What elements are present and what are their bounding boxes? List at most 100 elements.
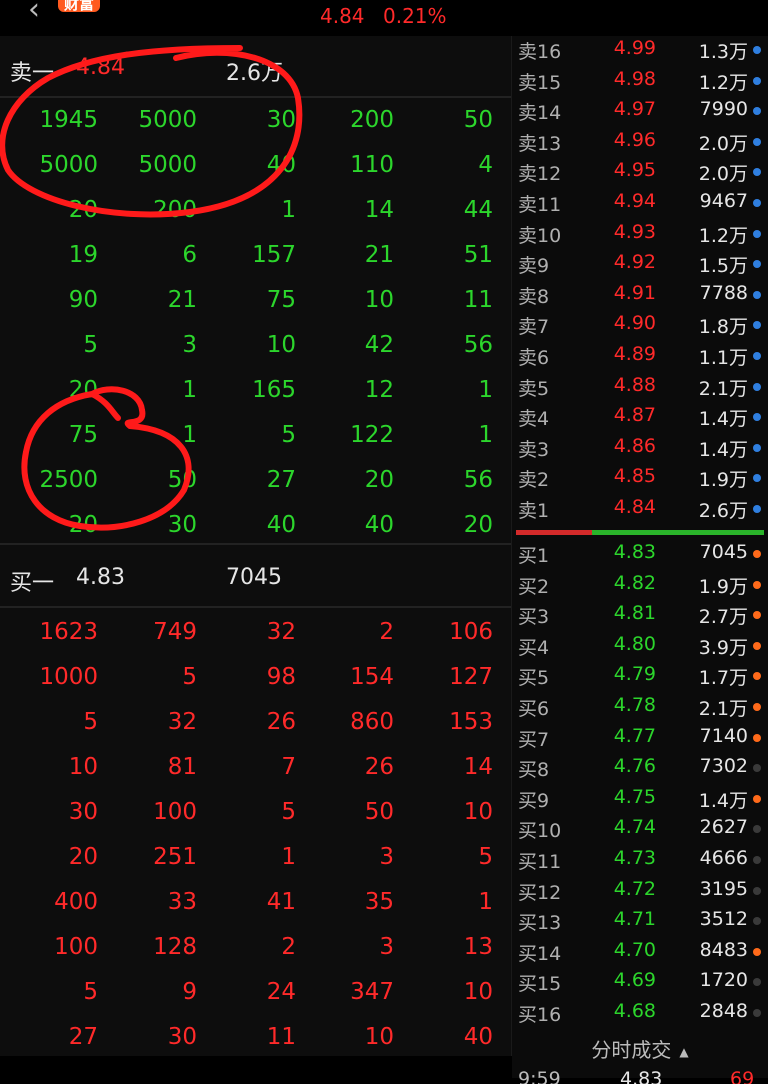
- sell-order-cell: 40: [266, 512, 296, 538]
- bottom-edge: [0, 1056, 512, 1078]
- ask-row[interactable]: 卖8 4.91 7788: [512, 281, 768, 311]
- indicator-dot-icon: [753, 290, 761, 299]
- buy-order-cell: 3: [379, 934, 394, 960]
- ask-row[interactable]: 卖1 4.84 2.6万: [512, 495, 768, 525]
- bid-row[interactable]: 买1 4.83 7045: [512, 540, 768, 570]
- buy-order-row: 27 30 11 10 40: [0, 1015, 512, 1060]
- sell-order-cell: 75: [266, 287, 296, 313]
- ask-row[interactable]: 卖5 4.88 2.1万: [512, 373, 768, 403]
- ask-price: 4.94: [613, 190, 656, 212]
- bid-volume: 2.7万: [698, 606, 748, 629]
- ask-row[interactable]: 卖7 4.90 1.8万: [512, 311, 768, 341]
- fenshi-tab[interactable]: 分时成交 ▲: [512, 1032, 768, 1068]
- ask-row[interactable]: 卖12 4.95 2.0万: [512, 158, 768, 188]
- bid-row[interactable]: 买8 4.76 7302: [512, 754, 768, 784]
- sell-order-cell: 11: [463, 287, 493, 313]
- sell-order-cell: 1: [281, 197, 296, 223]
- sell-order-cell: 90: [68, 287, 98, 313]
- buy-order-row: 5 32 26 860 153: [0, 700, 512, 745]
- ask-row[interactable]: 卖15 4.98 1.2万: [512, 67, 768, 97]
- chevron-left-icon[interactable]: ‹: [28, 0, 40, 27]
- ask-row[interactable]: 卖9 4.92 1.5万: [512, 250, 768, 280]
- bid-row[interactable]: 买4 4.80 3.9万: [512, 632, 768, 662]
- bid-price: 4.71: [613, 908, 656, 931]
- bid-label: 买3: [518, 606, 550, 629]
- bid-row[interactable]: 买13 4.71 3512: [512, 907, 768, 937]
- bid-row[interactable]: 买15 4.69 1720: [512, 968, 768, 998]
- sell-order-row: 20 30 40 40 20: [0, 503, 512, 548]
- bid-row[interactable]: 买6 4.78 2.1万: [512, 693, 768, 723]
- bid-volume: 1.4万: [698, 789, 748, 812]
- sell-order-cell: 5000: [138, 107, 197, 133]
- indicator-dot-icon: [753, 474, 761, 483]
- buy-order-cell: 10: [68, 754, 98, 780]
- sell-order-cell: 5000: [138, 152, 197, 178]
- sell-order-cell: 1: [182, 377, 197, 403]
- sell-order-cell: 51: [463, 242, 493, 268]
- buy-order-cell: 41: [266, 889, 296, 915]
- bid-label: 买12: [518, 881, 562, 904]
- ask-row[interactable]: 卖16 4.99 1.3万: [512, 36, 768, 66]
- bid-price: 4.80: [613, 632, 656, 655]
- bid-label: 买13: [518, 912, 562, 935]
- bid-label: 买16: [518, 1004, 562, 1026]
- ask-row[interactable]: 卖2 4.85 1.9万: [512, 464, 768, 494]
- bid-row[interactable]: 买9 4.75 1.4万: [512, 785, 768, 815]
- bid-row[interactable]: 买16 4.68 2848: [512, 999, 768, 1029]
- ask-label: 卖13: [518, 132, 562, 155]
- buy-order-cell: 10: [364, 1024, 394, 1050]
- ask-volume: 2.0万: [698, 132, 748, 155]
- bid-row[interactable]: 买7 4.77 7140: [512, 724, 768, 754]
- bid-price: 4.83: [613, 541, 656, 563]
- buy-order-cell: 33: [167, 889, 197, 915]
- indicator-dot-icon: [753, 352, 761, 360]
- indicator-dot-icon: [753, 229, 761, 238]
- buy-order-cell: 347: [350, 979, 394, 1005]
- sell-order-row: 20 200 1 14 44: [0, 188, 512, 233]
- bid-row[interactable]: 买3 4.81 2.7万: [512, 601, 768, 631]
- indicator-dot-icon: [753, 611, 761, 620]
- buy-order-cell: 14: [463, 754, 493, 780]
- buy-order-cell: 26: [364, 754, 394, 780]
- bid-row[interactable]: 买2 4.82 1.9万: [512, 571, 768, 601]
- buy-summary-row[interactable]: 买一 4.83 7045: [0, 548, 512, 606]
- sell-summary-row[interactable]: 卖一 4.84 2.6万: [0, 38, 512, 96]
- ask-row[interactable]: 卖6 4.89 1.1万: [512, 342, 768, 372]
- bid-volume: 2848: [699, 1000, 748, 1022]
- buy-order-cell: 32: [266, 619, 296, 645]
- ask-row[interactable]: 卖4 4.87 1.4万: [512, 403, 768, 433]
- caifu-badge[interactable]: 财富: [58, 0, 100, 13]
- bid-label: 买11: [518, 851, 562, 873]
- sell-order-cell: 44: [463, 197, 493, 223]
- ask-price: 4.85: [613, 465, 656, 488]
- bid-row[interactable]: 买14 4.70 8483: [512, 938, 768, 968]
- sell-order-cell: 40: [364, 512, 394, 538]
- buy-ratio-bar: [592, 530, 764, 535]
- ask-label: 卖2: [518, 469, 550, 492]
- bid-row[interactable]: 买12 4.72 3195: [512, 877, 768, 907]
- sell-order-cell: 1: [478, 377, 493, 403]
- ask-row[interactable]: 卖14 4.97 7990: [512, 97, 768, 127]
- buy-order-cell: 35: [364, 889, 394, 915]
- ask-row[interactable]: 卖10 4.93 1.2万: [512, 220, 768, 250]
- sell-order-cell: 20: [463, 512, 493, 538]
- indicator-dot-icon: [753, 1009, 761, 1017]
- bid-price: 4.82: [613, 571, 656, 594]
- sell-order-cell: 42: [364, 332, 394, 358]
- buy-order-row: 10 81 7 26 14: [0, 745, 512, 790]
- bid-row[interactable]: 买5 4.79 1.7万: [512, 662, 768, 692]
- ask-volume: 1.1万: [698, 347, 748, 369]
- bid-row[interactable]: 买10 4.74 2627: [512, 815, 768, 845]
- bid-row[interactable]: 买11 4.73 4666: [512, 846, 768, 876]
- sell-order-cell: 14: [364, 197, 394, 223]
- bid-price: 4.74: [613, 816, 656, 839]
- sell-order-cell: 56: [463, 467, 493, 493]
- ask-row[interactable]: 卖13 4.96 2.0万: [512, 128, 768, 158]
- sell-summary-label: 卖一: [10, 61, 55, 86]
- bid-volume: 2627: [699, 816, 748, 839]
- ask-row[interactable]: 卖3 4.86 1.4万: [512, 434, 768, 464]
- ask-row[interactable]: 卖11 4.94 9467: [512, 189, 768, 219]
- ask-label: 卖5: [518, 377, 550, 400]
- ask-price: 4.96: [613, 128, 656, 151]
- buy-order-cell: 1623: [39, 619, 98, 645]
